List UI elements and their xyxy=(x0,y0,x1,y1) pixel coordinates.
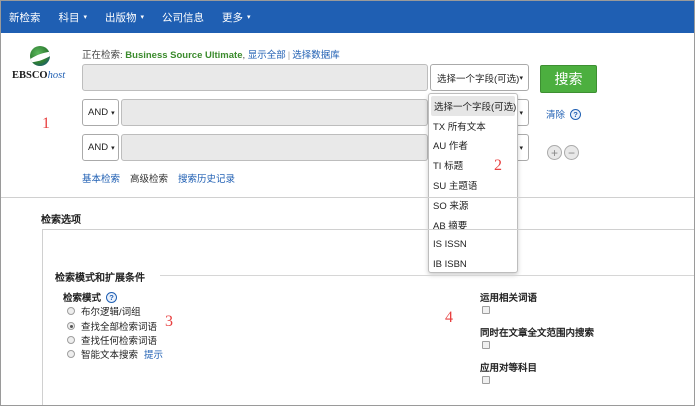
nav-new-search[interactable]: 新检索 xyxy=(9,10,41,25)
caret-down-icon: ▾ xyxy=(111,144,115,152)
nav-subjects[interactable]: 科目 ▾ xyxy=(59,10,88,25)
database-name: Business Source Ultimate xyxy=(125,50,243,61)
field-option[interactable]: TX 所有文本 xyxy=(429,116,517,136)
expander-full-text-checkbox[interactable] xyxy=(482,341,490,349)
annotation-2: 2 xyxy=(494,157,502,174)
expander-related-words-checkbox[interactable] xyxy=(482,306,490,314)
search-input-3[interactable] xyxy=(121,134,428,161)
caret-down-icon: ▾ xyxy=(140,14,145,21)
mode-option-boolean[interactable]: 布尔逻辑/词组 xyxy=(67,304,141,318)
radio-button-checked[interactable] xyxy=(67,322,75,330)
row-add-remove: + − xyxy=(547,145,581,160)
searching-prefix: 正在检索: xyxy=(82,50,126,61)
searching-in-line: 正在检索: Business Source Ultimate, 显示全部 | 选择数… xyxy=(82,47,340,61)
mode-option-smarttext[interactable]: 智能文本搜索 提示 xyxy=(67,347,163,361)
choose-databases-link[interactable]: 选择数据库 xyxy=(292,50,340,61)
expander-equivalent-subjects-label: 应用对等科目 xyxy=(480,363,538,374)
caret-down-icon: ▾ xyxy=(83,14,88,21)
expander-full-text-label: 同时在文章全文范围内搜索 xyxy=(480,328,595,339)
nav-subjects-label: 科目 xyxy=(58,11,80,24)
caret-down-icon: ▾ xyxy=(247,14,251,21)
caret-down-icon: ▾ xyxy=(111,109,115,117)
field-option[interactable]: AU 作者 xyxy=(429,136,517,156)
radio-button[interactable] xyxy=(67,336,75,344)
search-input-1[interactable] xyxy=(82,64,428,91)
nav-publications[interactable]: 出版物 ▾ xyxy=(105,10,144,25)
bool-operator-3-label: AND xyxy=(88,142,109,153)
radio-button[interactable] xyxy=(67,307,75,315)
help-icon[interactable]: ? xyxy=(570,108,582,120)
search-mode-links: 基本检索 高级检索 搜索历史记录 xyxy=(82,171,245,185)
mode-option-label: 布尔逻辑/词组 xyxy=(81,307,141,318)
advanced-search-current[interactable]: 高级检索 xyxy=(130,174,168,185)
separator: | xyxy=(287,50,291,61)
field-select-1[interactable]: 选择一个字段(可选) ▾ xyxy=(430,64,529,91)
expander-equivalent-subjects-checkbox[interactable] xyxy=(482,376,490,384)
caret-down-icon: ▾ xyxy=(519,74,523,82)
clear-link-label: 清除 xyxy=(546,110,566,121)
nav-company-info-label: 公司信息 xyxy=(162,11,205,24)
search-mode-label: 检索模式? xyxy=(63,290,118,304)
ebsco-globe-icon xyxy=(30,46,50,66)
search-history-link[interactable]: 搜索历史记录 xyxy=(178,174,235,185)
comma: , xyxy=(242,50,246,61)
help-icon[interactable]: ? xyxy=(106,291,118,303)
bool-operator-select-3[interactable]: AND ▾ xyxy=(82,134,119,161)
top-nav-bar: 新检索 科目 ▾ 出版物 ▾ 公司信息 更多 ▾ xyxy=(1,1,694,33)
nav-company-info[interactable]: 公司信息 xyxy=(162,10,204,25)
mode-option-any-terms[interactable]: 查找任何检索词语 xyxy=(67,333,157,347)
field-select-1-label: 选择一个字段(可选) xyxy=(437,73,520,85)
mode-option-label: 查找任何检索词语 xyxy=(81,336,158,347)
ebscohost-logo[interactable]: EBSCOhost xyxy=(12,46,72,86)
annotation-1: 1 xyxy=(42,115,50,132)
section-divider xyxy=(1,197,694,198)
mode-option-label: 查找全部检索词语 xyxy=(81,322,158,333)
nav-publications-label: 出版物 xyxy=(105,11,137,24)
modes-expanders-title: 检索模式和扩展条件 xyxy=(55,273,145,284)
mode-option-label: 智能文本搜索 xyxy=(81,350,139,361)
show-all-link[interactable]: 显示全部 xyxy=(248,50,286,61)
section-rule xyxy=(160,275,694,276)
nav-more-label: 更多 xyxy=(222,11,244,24)
mode-option-all-terms[interactable]: 查找全部检索词语 xyxy=(67,319,157,333)
basic-search-link[interactable]: 基本检索 xyxy=(82,174,120,185)
hint-link[interactable]: 提示 xyxy=(144,347,163,361)
clear-link[interactable]: 清除? xyxy=(546,107,582,121)
field-option[interactable]: SU 主题语 xyxy=(429,175,517,195)
bool-operator-select-2[interactable]: AND ▾ xyxy=(82,99,119,126)
field-option[interactable]: TI 标题 xyxy=(429,155,517,175)
remove-row-icon[interactable]: − xyxy=(564,145,579,160)
expander-related-words-label: 运用相关词语 xyxy=(480,293,538,304)
bool-operator-2-label: AND xyxy=(88,107,109,118)
caret-down-icon: ▾ xyxy=(519,144,523,152)
search-button[interactable]: 搜索 xyxy=(540,65,597,93)
caret-down-icon: ▾ xyxy=(519,109,523,117)
radio-button[interactable] xyxy=(67,350,75,358)
nav-new-search-label: 新检索 xyxy=(9,11,41,24)
search-options-title: 检索选项 xyxy=(41,215,81,226)
logo-wordmark: EBSCOhost xyxy=(12,70,66,81)
nav-more[interactable]: 更多 ▾ xyxy=(222,10,251,25)
field-option[interactable]: 选择一个字段(可选) xyxy=(431,96,516,116)
add-row-icon[interactable]: + xyxy=(547,145,562,160)
search-input-2[interactable] xyxy=(121,99,428,126)
